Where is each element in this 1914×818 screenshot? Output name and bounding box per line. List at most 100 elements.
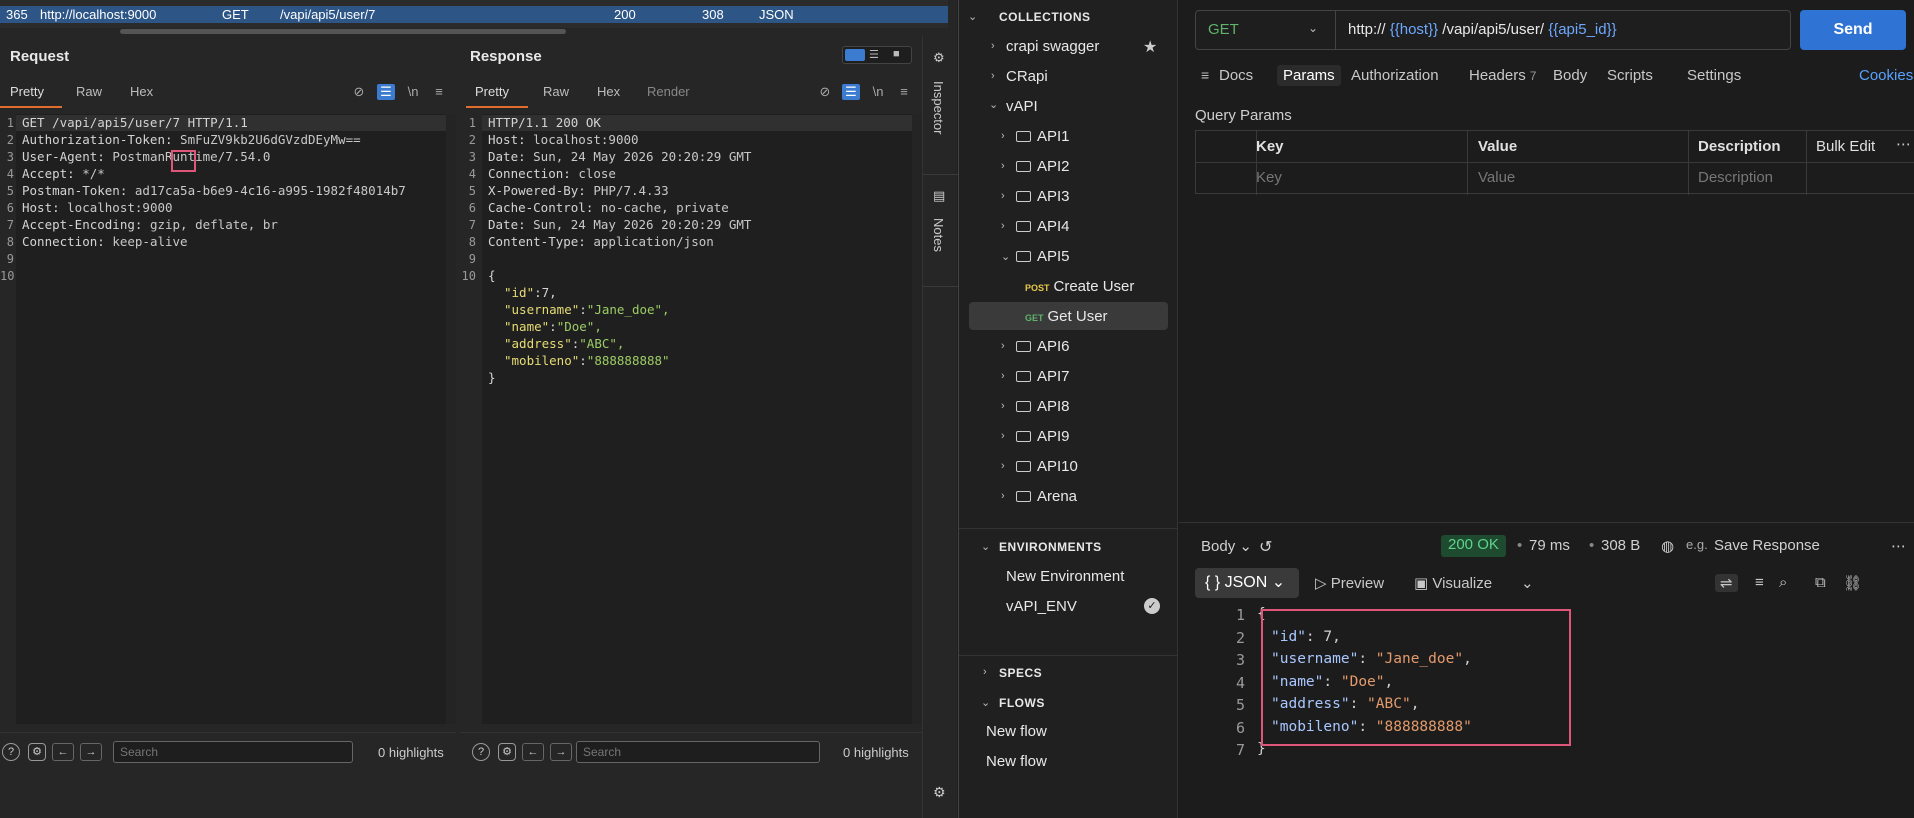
request-vscroll[interactable]: [446, 114, 456, 724]
environment-new[interactable]: New Environment: [1006, 568, 1124, 585]
qp-description-input[interactable]: Description: [1698, 169, 1773, 186]
hide-icon[interactable]: ⊘: [350, 84, 368, 100]
inspector-tab[interactable]: Inspector: [931, 81, 946, 134]
request-editor[interactable]: 1 2 3 4 5 6 7 8 9 10 GET /vapi/api5/user/7 HTTP/1.…: [0, 114, 456, 724]
tab-raw[interactable]: Raw: [76, 84, 102, 99]
chevron-right-icon[interactable]: ›: [1001, 400, 1005, 412]
folder-api3[interactable]: API3: [1016, 188, 1070, 205]
tab-scripts[interactable]: Scripts: [1607, 67, 1653, 84]
wrap-lines-icon[interactable]: ⇌: [1715, 574, 1738, 592]
more-icon[interactable]: ⋯: [1896, 135, 1911, 153]
layout-single-icon[interactable]: ■: [893, 48, 900, 60]
method-select[interactable]: GET ⌄: [1196, 11, 1336, 49]
collection-vapi[interactable]: vAPI: [1006, 98, 1038, 115]
menu-icon[interactable]: ≡: [430, 84, 448, 100]
folder-api10[interactable]: API10: [1016, 458, 1078, 475]
chevron-down-icon[interactable]: ⌄: [989, 98, 998, 111]
flows-header[interactable]: FLOWS: [999, 696, 1045, 710]
save-response-button[interactable]: Save Response: [1714, 537, 1820, 554]
settings-gear-icon[interactable]: ⚙: [498, 743, 516, 761]
tab-hex[interactable]: Hex: [597, 84, 620, 99]
notes-tab[interactable]: Notes: [931, 218, 946, 252]
collection-crapi-swagger[interactable]: crapi swagger: [1006, 38, 1099, 55]
chevron-down-icon[interactable]: ⌄: [968, 10, 977, 23]
chevron-right-icon[interactable]: ›: [1001, 130, 1005, 142]
tab-settings[interactable]: Settings: [1687, 67, 1741, 84]
layout-horizontal-icon[interactable]: ☰: [869, 48, 879, 61]
folder-arena[interactable]: Arena: [1016, 488, 1077, 505]
folder-api2[interactable]: API2: [1016, 158, 1070, 175]
url-input[interactable]: http:// {{host}} /vapi/api5/user/ {{api5…: [1348, 21, 1617, 38]
chevron-right-icon[interactable]: ›: [991, 40, 995, 52]
folder-api7[interactable]: API7: [1016, 368, 1070, 385]
back-arrow-icon[interactable]: ←: [522, 743, 544, 761]
copy-icon[interactable]: ⧉: [1815, 574, 1826, 591]
folder-api5[interactable]: API5: [1016, 248, 1070, 265]
flow-item[interactable]: New flow: [986, 753, 1047, 770]
history-scrollbar[interactable]: [120, 29, 566, 34]
bulk-edit-button[interactable]: Bulk Edit: [1816, 138, 1875, 155]
wrap-icon[interactable]: ☰: [377, 84, 395, 100]
response-size[interactable]: 308 B: [1601, 537, 1640, 554]
chevron-right-icon[interactable]: ›: [1001, 220, 1005, 232]
body-dropdown[interactable]: Body ⌄: [1201, 537, 1252, 555]
qp-value-input[interactable]: Value: [1478, 169, 1515, 186]
request-get-user[interactable]: GET Get User: [1025, 308, 1108, 325]
chevron-right-icon[interactable]: ›: [1001, 160, 1005, 172]
environments-header[interactable]: ENVIRONMENTS: [999, 540, 1102, 554]
tab-headers[interactable]: Headers 7: [1469, 67, 1536, 84]
collections-header[interactable]: COLLECTIONS: [999, 10, 1091, 24]
forward-arrow-icon[interactable]: →: [80, 743, 102, 761]
link-icon[interactable]: ⛓: [1843, 574, 1862, 592]
help-icon[interactable]: ?: [472, 743, 490, 761]
more-icon[interactable]: ⋯: [1891, 537, 1906, 555]
chevron-down-icon[interactable]: ⌄: [1521, 574, 1534, 592]
chevron-right-icon[interactable]: ›: [991, 70, 995, 82]
menu-icon[interactable]: ≡: [895, 84, 913, 100]
cookies-link[interactable]: Cookies: [1859, 67, 1913, 84]
search-icon[interactable]: ⌕: [1779, 574, 1787, 591]
settings-gear-icon[interactable]: ⚙: [28, 743, 46, 761]
chevron-right-icon[interactable]: ›: [1001, 370, 1005, 382]
layout-toggle[interactable]: ☰ ■: [842, 46, 912, 64]
flow-item[interactable]: New flow: [986, 723, 1047, 740]
history-row-selected[interactable]: 365 http://localhost:9000 GET /vapi/api5…: [0, 6, 948, 23]
tab-docs[interactable]: Docs: [1219, 67, 1253, 84]
tab-params[interactable]: Params: [1277, 65, 1341, 86]
star-icon[interactable]: ★: [1143, 37, 1157, 57]
layout-split-icon[interactable]: [845, 49, 865, 61]
newline-icon[interactable]: \n: [404, 84, 422, 100]
send-button[interactable]: Send: [1800, 10, 1906, 50]
response-vscroll[interactable]: [912, 114, 922, 724]
folder-api4[interactable]: API4: [1016, 218, 1070, 235]
chevron-right-icon[interactable]: ›: [1001, 340, 1005, 352]
tab-body[interactable]: Body: [1553, 67, 1587, 84]
chevron-right-icon[interactable]: ›: [1001, 430, 1005, 442]
response-search-input[interactable]: [576, 741, 820, 763]
chevron-right-icon[interactable]: ›: [983, 666, 987, 678]
forward-arrow-icon[interactable]: →: [550, 743, 572, 761]
history-icon[interactable]: ↺: [1259, 537, 1272, 557]
tab-raw[interactable]: Raw: [543, 84, 569, 99]
folder-api8[interactable]: API8: [1016, 398, 1070, 415]
tab-pretty[interactable]: Pretty: [475, 84, 509, 99]
tab-render[interactable]: Render: [647, 84, 690, 99]
specs-header[interactable]: SPECS: [999, 666, 1042, 680]
preview-button[interactable]: ▷ Preview: [1315, 574, 1384, 592]
environment-vapi-env[interactable]: vAPI_ENV: [1006, 598, 1077, 615]
request-create-user[interactable]: POST Create User: [1025, 278, 1134, 295]
chevron-right-icon[interactable]: ›: [1001, 190, 1005, 202]
chevron-down-icon[interactable]: ⌄: [1001, 250, 1010, 263]
folder-api9[interactable]: API9: [1016, 428, 1070, 445]
folder-api1[interactable]: API1: [1016, 128, 1070, 145]
hide-icon[interactable]: ⊘: [816, 84, 834, 100]
help-icon[interactable]: ?: [2, 743, 20, 761]
inspector-icon[interactable]: ⚙: [933, 50, 945, 66]
folder-api6[interactable]: API6: [1016, 338, 1070, 355]
globe-icon[interactable]: ◍: [1661, 537, 1674, 555]
tab-pretty[interactable]: Pretty: [10, 84, 44, 99]
filter-icon[interactable]: ≡: [1755, 574, 1764, 591]
request-search-input[interactable]: [113, 741, 353, 763]
wrap-icon[interactable]: ☰: [842, 84, 860, 100]
chevron-right-icon[interactable]: ›: [1001, 460, 1005, 472]
